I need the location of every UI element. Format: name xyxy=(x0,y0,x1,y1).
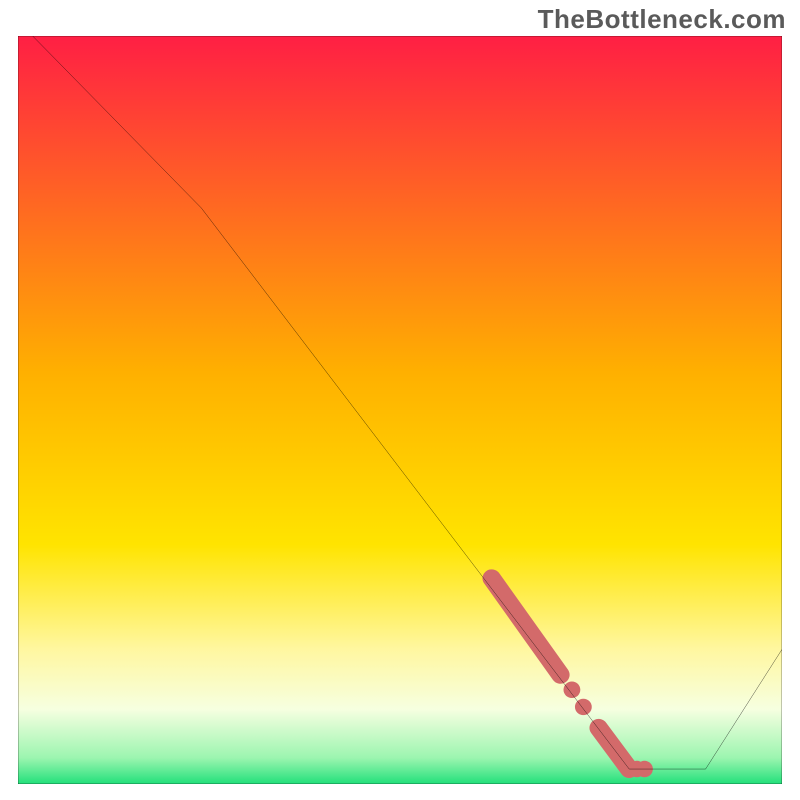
chart-background xyxy=(18,36,782,784)
chart-frame: TheBottleneck.com xyxy=(0,0,800,800)
chart-plot xyxy=(18,36,782,784)
highlight-dot xyxy=(563,682,580,698)
watermark-text: TheBottleneck.com xyxy=(538,4,786,35)
chart-svg xyxy=(18,36,782,784)
